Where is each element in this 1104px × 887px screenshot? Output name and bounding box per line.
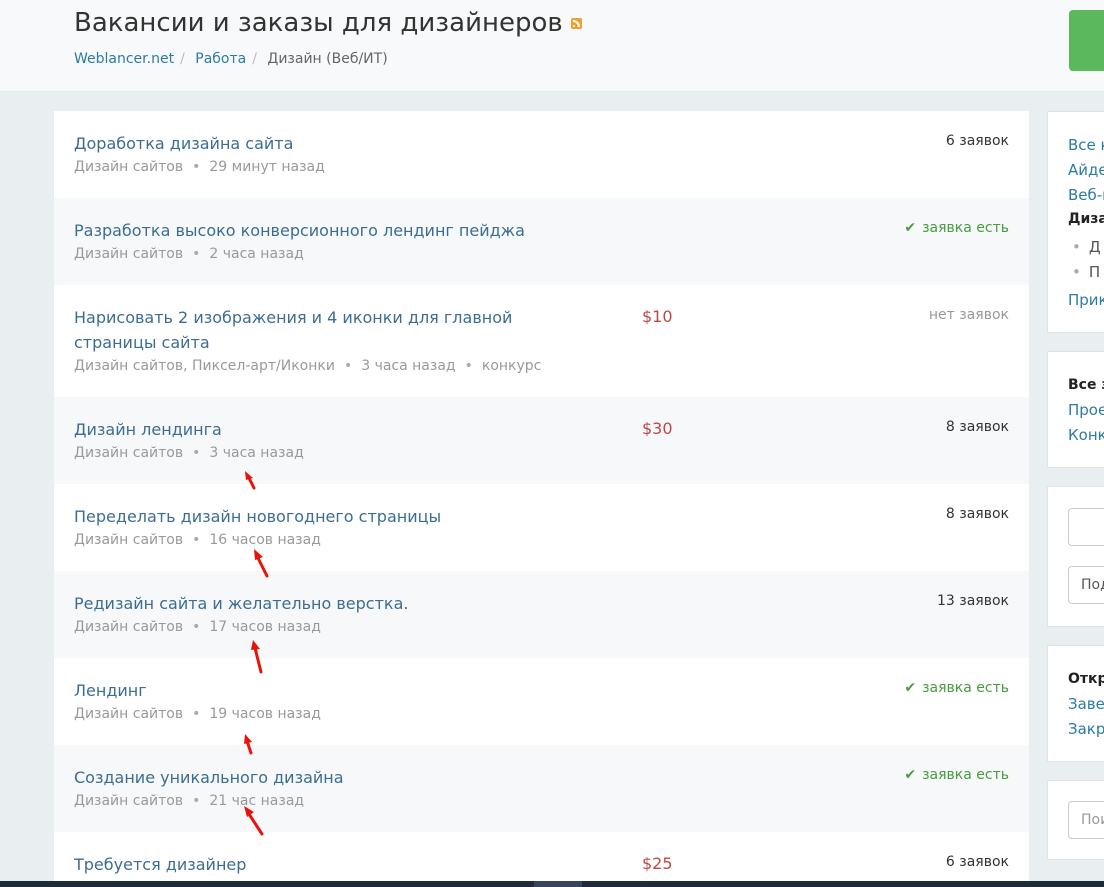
job-row: Создание уникального дизайна Дизайн сайт… (54, 745, 1029, 832)
job-row: Разработка высоко конверсионного лендинг… (54, 198, 1029, 285)
job-bids: 6 заявок (945, 854, 1009, 870)
job-meta: Дизайн сайтов • 21 час назад (74, 793, 305, 809)
annotation-arrow-icon (244, 734, 253, 755)
job-bids: ✔ заявка есть (904, 220, 1009, 236)
check-icon: ✔ (904, 220, 917, 236)
annotation-arrow-icon (251, 640, 263, 674)
job-meta: Дизайн сайтов • 17 часов назад (74, 619, 321, 635)
job-list: Доработка дизайна сайта Дизайн сайтов • 29… (54, 111, 1029, 887)
job-row: Лендинг Дизайн сайтов • 19 часов назад ✔ за… (54, 658, 1029, 745)
job-row: Дизайн лендинга Дизайн сайтов • 3 часа наз… (54, 397, 1029, 484)
job-row: Редизайн сайта и желательно верстка. Диз… (54, 571, 1029, 658)
job-category[interactable]: Дизайн сайтов (74, 246, 183, 262)
sidebar-types: Все за Прое Конку (1047, 351, 1104, 468)
check-icon: ✔ (904, 680, 917, 696)
job-bids: 13 заявок (937, 593, 1009, 609)
job-category[interactable]: Дизайн сайтов (74, 619, 183, 635)
sidebar-link-projects[interactable]: Прое (1068, 401, 1104, 419)
job-category[interactable]: Дизайн сайтов (74, 445, 183, 461)
sidebar-link-ideas[interactable]: Айде (1068, 161, 1104, 179)
breadcrumb-current: Дизайн (Веб/ИТ) (267, 51, 388, 67)
bottom-bar (0, 881, 1104, 887)
breadcrumb: Weblancer.net / Работа / Дизайн (Веб/ИТ) (74, 51, 388, 67)
job-meta: Дизайн сайтов • 19 часов назад (74, 706, 321, 722)
job-title-link[interactable]: Требуется дизайнер (74, 852, 594, 877)
sidebar-link-web[interactable]: Веб-п (1068, 186, 1104, 204)
sidebar-categories: Все к Айде Веб-п Дизай •Д •П Прик (1047, 111, 1104, 333)
sidebar-filters: Под (1047, 486, 1104, 627)
job-price: $25 (642, 854, 673, 873)
job-title-link[interactable]: Лендинг (74, 678, 594, 703)
job-title-link[interactable]: Доработка дизайна сайта (74, 131, 594, 156)
sidebar-subitem[interactable]: • П (1072, 263, 1100, 281)
job-time: 17 часов назад (209, 619, 321, 635)
job-meta: Дизайн сайтов • 3 часа назад (74, 445, 304, 461)
breadcrumb-work[interactable]: Работа (195, 51, 246, 67)
job-category[interactable]: Дизайн сайтов (74, 706, 183, 722)
job-category[interactable]: Дизайн сайтов (74, 159, 183, 175)
job-row: Переделать дизайн новогоднего страницы Д… (54, 484, 1029, 571)
job-bids: 6 заявок (945, 133, 1009, 149)
sidebar-search: Пои (1047, 780, 1104, 860)
job-category[interactable]: Дизайн сайтов (74, 532, 183, 548)
job-title-link[interactable]: Создание уникального дизайна (74, 765, 594, 790)
job-bids: ✔ заявка есть (904, 767, 1009, 783)
job-meta: Дизайн сайтов • 16 часов назад (74, 532, 321, 548)
sidebar-link-closed[interactable]: Закры (1068, 720, 1104, 738)
sidebar-link-applied[interactable]: Прик (1068, 291, 1104, 309)
job-row: Доработка дизайна сайта Дизайн сайтов • 29… (54, 111, 1029, 198)
job-bids: ✔ заявка есть (904, 680, 1009, 696)
job-title-link[interactable]: Переделать дизайн новогоднего страницы (74, 504, 594, 529)
sidebar-current-category: Дизай (1068, 211, 1104, 227)
filter-input[interactable] (1068, 508, 1104, 546)
job-title-link[interactable]: Разработка высоко конверсионного лендинг… (74, 218, 594, 243)
sidebar-link-completed[interactable]: Завер (1068, 695, 1104, 713)
sidebar-status-heading: Откр (1068, 671, 1104, 687)
annotation-arrow-icon (245, 471, 256, 490)
sidebar-subitem[interactable]: • Д (1072, 238, 1101, 256)
check-icon: ✔ (904, 767, 917, 783)
sidebar-link-all[interactable]: Все к (1068, 136, 1104, 154)
job-row: Нарисовать 2 изображения и 4 иконки для … (54, 285, 1029, 397)
job-price: $10 (642, 307, 673, 326)
job-category[interactable]: Дизайн сайтов, Пиксел-арт/Иконки (74, 358, 335, 374)
job-time: 29 минут назад (209, 159, 325, 175)
search-input[interactable]: Пои (1068, 801, 1104, 839)
bottom-bar-segment[interactable] (534, 881, 582, 887)
annotation-arrow-icon (244, 806, 264, 836)
rss-icon[interactable] (570, 18, 582, 29)
job-row: Требуется дизайнер $25 6 заявок (54, 832, 1029, 887)
job-bids: нет заявок (928, 307, 1009, 323)
annotation-arrow-icon (254, 549, 269, 578)
sidebar-types-heading: Все за (1068, 377, 1104, 393)
job-meta: Дизайн сайтов • 2 часа назад (74, 246, 304, 262)
job-category[interactable]: Дизайн сайтов (74, 793, 183, 809)
job-bids: 8 заявок (945, 506, 1009, 522)
job-meta: Дизайн сайтов, Пиксел-арт/Иконки • 3 часа … (74, 358, 542, 374)
page-header: Вакансии и заказы для дизайнеров Weblanc… (0, 0, 1104, 92)
job-price: $30 (642, 419, 673, 438)
filter-select[interactable]: Под (1068, 566, 1104, 604)
add-project-button[interactable] (1069, 10, 1104, 71)
job-title-link[interactable]: Редизайн сайта и желательно верстка. (74, 591, 594, 616)
job-contest-label: конкурс (481, 358, 542, 374)
job-bids: 8 заявок (945, 419, 1009, 435)
job-title-link[interactable]: Дизайн лендинга (74, 417, 594, 442)
job-time: 3 часа назад (209, 445, 304, 461)
job-time: 2 часа назад (209, 246, 304, 262)
job-meta: Дизайн сайтов • 29 минут назад (74, 159, 325, 175)
job-title-link[interactable]: Нарисовать 2 изображения и 4 иконки для … (74, 305, 574, 355)
job-time: 3 часа назад (361, 358, 456, 374)
sidebar-status: Откр Завер Закры (1047, 645, 1104, 762)
job-time: 19 часов назад (209, 706, 321, 722)
breadcrumb-home[interactable]: Weblancer.net (74, 51, 174, 67)
sidebar-link-contests[interactable]: Конку (1068, 426, 1104, 444)
page-title: Вакансии и заказы для дизайнеров (74, 8, 582, 38)
